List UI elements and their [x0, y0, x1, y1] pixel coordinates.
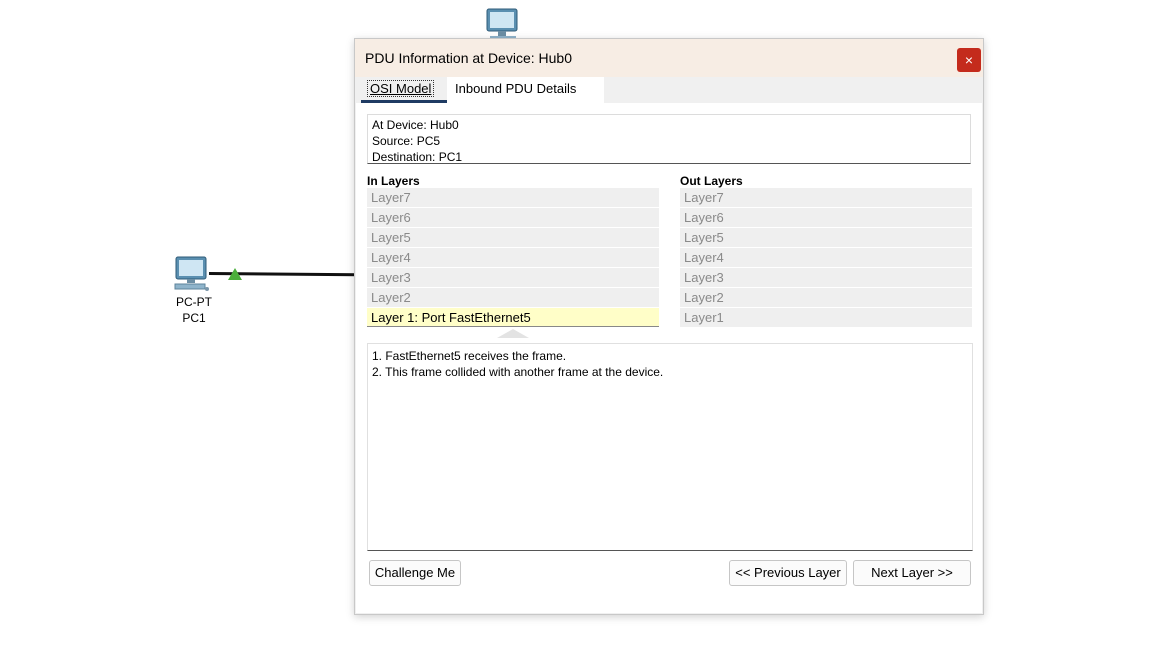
out-layer-7[interactable]: Layer7: [680, 188, 972, 207]
tab-osi-model-label: OSI Model: [367, 80, 435, 97]
dialog-title: PDU Information at Device: Hub0: [365, 50, 572, 66]
out-layer-1[interactable]: Layer1: [680, 308, 972, 327]
in-layers-heading: In Layers: [367, 174, 420, 188]
dialog-titlebar[interactable]: PDU Information at Device: Hub0 ×: [355, 39, 983, 77]
close-icon: ×: [964, 52, 974, 68]
out-layer-3[interactable]: Layer3: [680, 268, 972, 287]
out-layers-heading: Out Layers: [680, 174, 743, 188]
pc1-name-label: PC1: [182, 311, 206, 325]
tab-inbound-pdu-details-label: Inbound PDU Details: [455, 81, 577, 96]
in-layer-2[interactable]: Layer2: [367, 288, 659, 307]
layer-pointer-icon: [497, 329, 529, 338]
description-line: 1. FastEthernet5 receives the frame.: [372, 349, 567, 363]
layer-description-box: 1. FastEthernet5 receives the frame. 2. …: [367, 343, 973, 551]
pdu-info-dialog: PDU Information at Device: Hub0 × OSI Mo…: [354, 38, 984, 615]
pc-device-icon[interactable]: [174, 256, 210, 294]
out-layer-2[interactable]: Layer2: [680, 288, 972, 307]
device-info-box: At Device: Hub0 Source: PC5 Destination:…: [367, 114, 971, 164]
out-layer-4[interactable]: Layer4: [680, 248, 972, 267]
osi-model-panel: At Device: Hub0 Source: PC5 Destination:…: [356, 103, 982, 613]
previous-layer-button[interactable]: << Previous Layer: [729, 560, 847, 586]
pc1-type-label: PC-PT: [176, 295, 212, 309]
in-layer-1-selected[interactable]: Layer 1: Port FastEthernet5: [367, 308, 659, 327]
tab-osi-model[interactable]: OSI Model: [359, 77, 447, 103]
in-layers-list: Layer7 Layer6 Layer5 Layer4 Layer3 Layer…: [367, 188, 659, 328]
at-device-text: At Device: Hub0: [372, 118, 459, 132]
out-layer-6[interactable]: Layer6: [680, 208, 972, 227]
link-status-up-icon: [228, 268, 242, 280]
in-layer-4[interactable]: Layer4: [367, 248, 659, 267]
in-layer-6[interactable]: Layer6: [367, 208, 659, 227]
in-layer-7[interactable]: Layer7: [367, 188, 659, 207]
out-layer-5[interactable]: Layer5: [680, 228, 972, 247]
tab-inbound-pdu-details[interactable]: Inbound PDU Details: [447, 77, 604, 103]
source-text: Source: PC5: [372, 134, 441, 148]
destination-text: Destination: PC1: [372, 150, 463, 164]
in-layer-5[interactable]: Layer5: [367, 228, 659, 247]
out-layers-list: Layer7 Layer6 Layer5 Layer4 Layer3 Layer…: [680, 188, 972, 328]
in-layer-3[interactable]: Layer3: [367, 268, 659, 287]
description-line: 2. This frame collided with another fram…: [372, 365, 664, 379]
next-layer-button[interactable]: Next Layer >>: [853, 560, 971, 586]
close-button[interactable]: ×: [957, 48, 981, 72]
tab-bar: OSI Model Inbound PDU Details: [359, 77, 979, 103]
challenge-me-button[interactable]: Challenge Me: [369, 560, 461, 586]
